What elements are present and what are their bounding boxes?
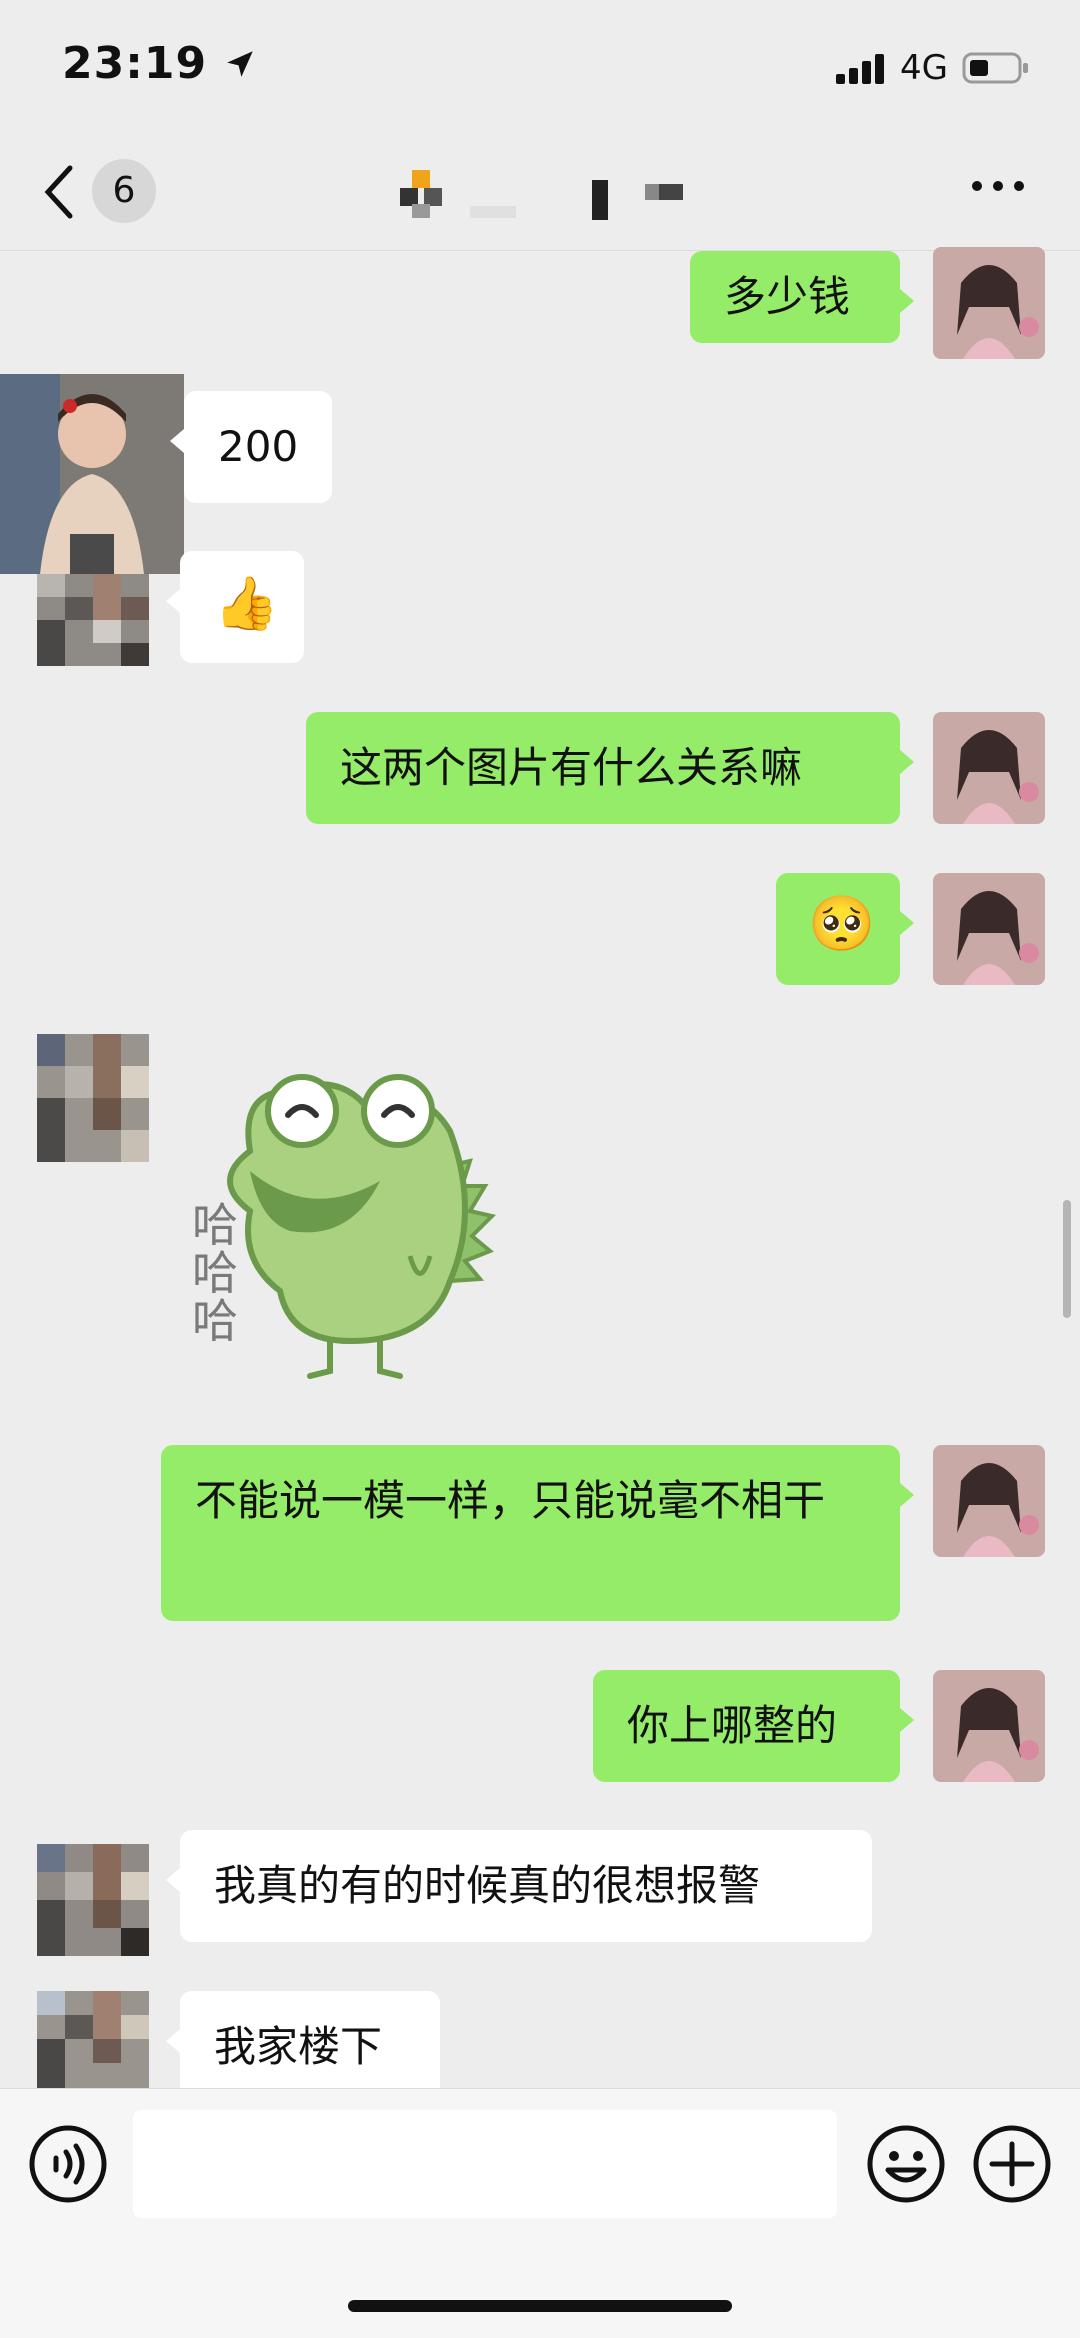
my-avatar[interactable] [933, 1670, 1045, 1782]
status-time-text: 23:19 [62, 38, 208, 89]
battery-icon [962, 50, 1030, 90]
more-options-button[interactable] [970, 170, 1030, 210]
contact-photo-avatar[interactable] [0, 374, 184, 574]
message-bubble-theirs[interactable]: 我真的有的时候真的很想报警 [166, 1830, 872, 1942]
my-avatar[interactable] [933, 873, 1045, 985]
chevron-left-icon [42, 164, 76, 224]
message-bubble-theirs[interactable]: 我家楼下 [166, 1991, 440, 2103]
message-text: 200 [218, 422, 299, 471]
contact-avatar[interactable] [37, 1991, 149, 2088]
unread-badge: 6 [92, 159, 156, 223]
contact-avatar[interactable] [37, 1844, 149, 1956]
message-text: 你上哪整的 [627, 1701, 838, 1750]
more-dots-icon [970, 178, 1026, 197]
message-bubble-theirs[interactable]: 200 [170, 391, 332, 503]
voice-input-button[interactable] [26, 2122, 110, 2206]
message-text: 多少钱 [724, 272, 851, 321]
my-avatar[interactable] [933, 712, 1045, 824]
smiley-icon [864, 2125, 948, 2210]
plus-circle-icon [970, 2125, 1054, 2210]
my-avatar[interactable] [933, 247, 1045, 359]
sticker-caption: 哈哈哈 [192, 1201, 262, 1345]
chat-title-redacted [400, 170, 700, 220]
message-bubble-mine[interactable]: 这两个图片有什么关系嘛 [306, 712, 914, 824]
message-input[interactable] [133, 2110, 837, 2218]
message-text: 我真的有的时候真的很想报警 [214, 1861, 761, 1910]
pleading-face-emoji: 🥺 [808, 892, 876, 955]
message-bubble-mine[interactable]: 🥺 [776, 873, 914, 985]
contact-avatar[interactable] [37, 1034, 149, 1162]
message-text: 不能说一模一样，只能说毫不相干 [195, 1476, 826, 1525]
chat-area[interactable]: 多少钱 200 👍 这两个图片有什么关系嘛 🥺 哈哈哈 不能说一模一样，只能说毫… [0, 247, 1080, 2103]
my-avatar[interactable] [933, 1445, 1045, 1557]
contact-avatar[interactable] [37, 574, 149, 666]
message-text: 我家楼下 [214, 2022, 383, 2071]
more-functions-button[interactable] [970, 2122, 1054, 2206]
status-time: 23:19 [62, 38, 257, 92]
message-bubble-theirs[interactable]: 👍 [166, 551, 304, 663]
message-bubble-mine[interactable]: 你上哪整的 [593, 1670, 914, 1782]
home-indicator[interactable] [348, 2300, 732, 2312]
network-type: 4G [900, 48, 948, 88]
sticker-caption-text: 哈哈哈 [192, 1198, 238, 1348]
signal-icon [836, 52, 884, 90]
thumbs-up-emoji: 👍 [214, 574, 279, 634]
scrollbar[interactable] [1063, 1200, 1071, 1318]
voice-icon [26, 2125, 110, 2210]
message-bubble-mine[interactable]: 不能说一模一样，只能说毫不相干 [161, 1445, 914, 1621]
location-arrow-icon [223, 41, 257, 92]
message-bubble-mine[interactable]: 多少钱 [690, 251, 914, 343]
message-text: 这两个图片有什么关系嘛 [340, 743, 803, 792]
emoji-button[interactable] [864, 2122, 948, 2206]
